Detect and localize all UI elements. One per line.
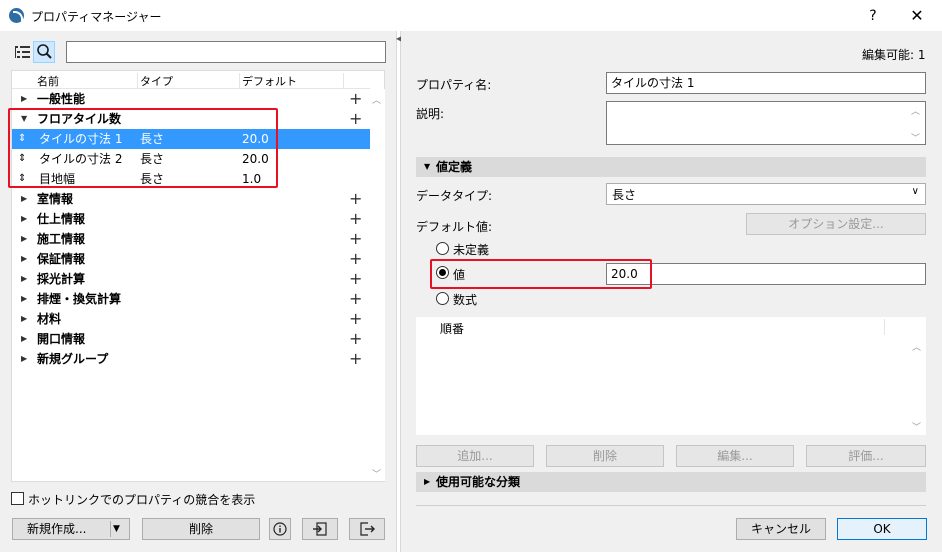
dropdown-arrow-icon[interactable]: ▼ <box>113 519 120 539</box>
window-title: プロパティマネージャー <box>31 10 162 24</box>
tree-group-new-group[interactable]: ▶ 新規グループ + <box>12 349 370 369</box>
scroll-up-icon[interactable]: ︿ <box>911 104 920 117</box>
hotlink-conflict-label: ホットリンクでのプロパティの競合を表示 <box>28 493 256 507</box>
expand-arrow-icon[interactable]: ▶ <box>21 89 27 109</box>
tree-group-daylight-calc[interactable]: ▶ 採光計算 + <box>12 269 370 289</box>
highlight-box <box>430 259 652 289</box>
delete-value-button[interactable]: 削除 <box>546 445 664 467</box>
undefined-radio-label: 未定義 <box>453 243 490 257</box>
expand-arrow-icon[interactable]: ▶ <box>21 229 27 249</box>
tree-group-general[interactable]: ▶ 一般性能 + <box>12 89 370 109</box>
ok-button[interactable]: OK <box>837 518 927 540</box>
property-name-field[interactable]: タイルの寸法 1 <box>606 72 926 94</box>
tree-group-opening-info[interactable]: ▶ 開口情報 + <box>12 329 370 349</box>
value-definition-section[interactable]: ▼ 値定義 <box>416 157 926 177</box>
available-classifications-section[interactable]: ▶ 使用可能な分類 <box>416 472 926 492</box>
add-property-icon[interactable]: + <box>349 229 362 249</box>
expand-arrow-icon[interactable]: ▶ <box>21 249 27 269</box>
export-icon <box>360 522 375 536</box>
add-button[interactable]: 追加... <box>416 445 534 467</box>
tree-scrollbar[interactable] <box>370 89 385 481</box>
add-property-icon[interactable]: + <box>349 289 362 309</box>
expand-arrow-icon[interactable]: ▶ <box>21 349 27 369</box>
edit-button[interactable]: 編集... <box>676 445 794 467</box>
add-property-icon[interactable]: + <box>349 109 362 129</box>
column-header-name[interactable]: 名前 <box>37 73 59 89</box>
hotlink-conflict-checkbox[interactable] <box>11 492 24 505</box>
column-separator <box>343 73 344 88</box>
highlight-box <box>8 108 278 188</box>
import-button[interactable] <box>302 518 338 540</box>
column-header-default[interactable]: デフォルト <box>242 73 297 89</box>
tree-group-finish-info[interactable]: ▶ 仕上情報 + <box>12 209 370 229</box>
cancel-button[interactable]: キャンセル <box>736 518 826 540</box>
new-property-button[interactable]: 新規作成... ▼ <box>12 518 130 540</box>
data-type-select[interactable]: 長さ ∨ <box>606 183 926 205</box>
import-icon <box>313 522 327 536</box>
expand-arrow-icon: ▶ <box>424 477 431 486</box>
add-property-icon[interactable]: + <box>349 89 362 109</box>
scroll-up-icon[interactable]: ︿ <box>372 93 381 106</box>
tree-group-room-info[interactable]: ▶ 室情報 + <box>12 189 370 209</box>
app-logo-icon <box>9 8 24 23</box>
column-separator <box>137 73 138 88</box>
info-button[interactable] <box>269 518 291 540</box>
help-button[interactable]: ? <box>858 4 888 28</box>
add-property-icon[interactable]: + <box>349 249 362 269</box>
search-input[interactable] <box>66 41 386 63</box>
expand-arrow-icon[interactable]: ▶ <box>21 289 27 309</box>
info-icon <box>273 522 287 536</box>
tree-view-icon[interactable] <box>13 43 33 63</box>
export-button[interactable] <box>349 518 385 540</box>
add-property-icon[interactable]: + <box>349 309 362 329</box>
add-property-icon[interactable]: + <box>349 269 362 289</box>
divider <box>416 505 926 506</box>
tree-group-construction-info[interactable]: ▶ 施工情報 + <box>12 229 370 249</box>
editable-count: 編集可能: 1 <box>862 48 926 62</box>
expand-arrow-icon[interactable]: ▶ <box>21 209 27 229</box>
tree-group-smoke-ventilation-calc[interactable]: ▶ 排煙・換気計算 + <box>12 289 370 309</box>
add-property-icon[interactable]: + <box>349 189 362 209</box>
option-settings-button[interactable]: オプション設定... <box>746 213 926 235</box>
close-button[interactable]: ✕ <box>902 4 932 28</box>
column-separator <box>239 73 240 88</box>
formula-radio-label: 数式 <box>453 293 478 307</box>
scroll-down-icon[interactable]: ﹀ <box>372 467 381 480</box>
delete-property-button[interactable]: 削除 <box>142 518 260 540</box>
expand-arrow-icon[interactable]: ▶ <box>21 269 27 289</box>
description-label: 説明: <box>416 107 445 121</box>
add-property-icon[interactable]: + <box>349 209 362 229</box>
scroll-down-icon[interactable]: ﹀ <box>911 131 920 144</box>
expand-arrow-icon[interactable]: ▶ <box>21 189 27 209</box>
default-value-field[interactable]: 20.0 <box>606 263 926 285</box>
expand-arrow-icon[interactable]: ▶ <box>21 309 27 329</box>
order-column-header: 順番 <box>440 322 465 336</box>
chevron-down-icon: ∨ <box>911 186 919 197</box>
data-type-label: データタイプ: <box>416 189 493 203</box>
scroll-up-icon[interactable]: ︿ <box>912 340 921 353</box>
default-value-label: デフォルト値: <box>416 220 493 234</box>
scroll-down-icon[interactable]: ﹀ <box>912 420 921 433</box>
column-header-type[interactable]: タイプ <box>140 73 173 89</box>
title-bar: プロパティマネージャー ? ✕ <box>0 0 942 31</box>
add-property-icon[interactable]: + <box>349 329 362 349</box>
add-property-icon[interactable]: + <box>349 349 362 369</box>
evaluate-button[interactable]: 評価... <box>806 445 926 467</box>
collapse-arrow-icon: ▼ <box>424 162 431 171</box>
search-icon[interactable] <box>33 41 55 63</box>
order-list[interactable] <box>416 317 926 435</box>
property-name-label: プロパティ名: <box>416 78 492 92</box>
column-separator <box>884 319 885 335</box>
undefined-radio[interactable] <box>436 242 449 255</box>
expand-arrow-icon[interactable]: ▶ <box>21 329 27 349</box>
description-field[interactable] <box>606 101 926 145</box>
tree-group-materials[interactable]: ▶ 材料 + <box>12 309 370 329</box>
formula-radio[interactable] <box>436 292 449 305</box>
tree-header: 名前 タイプ デフォルト <box>12 71 370 89</box>
tree-group-warranty-info[interactable]: ▶ 保証情報 + <box>12 249 370 269</box>
